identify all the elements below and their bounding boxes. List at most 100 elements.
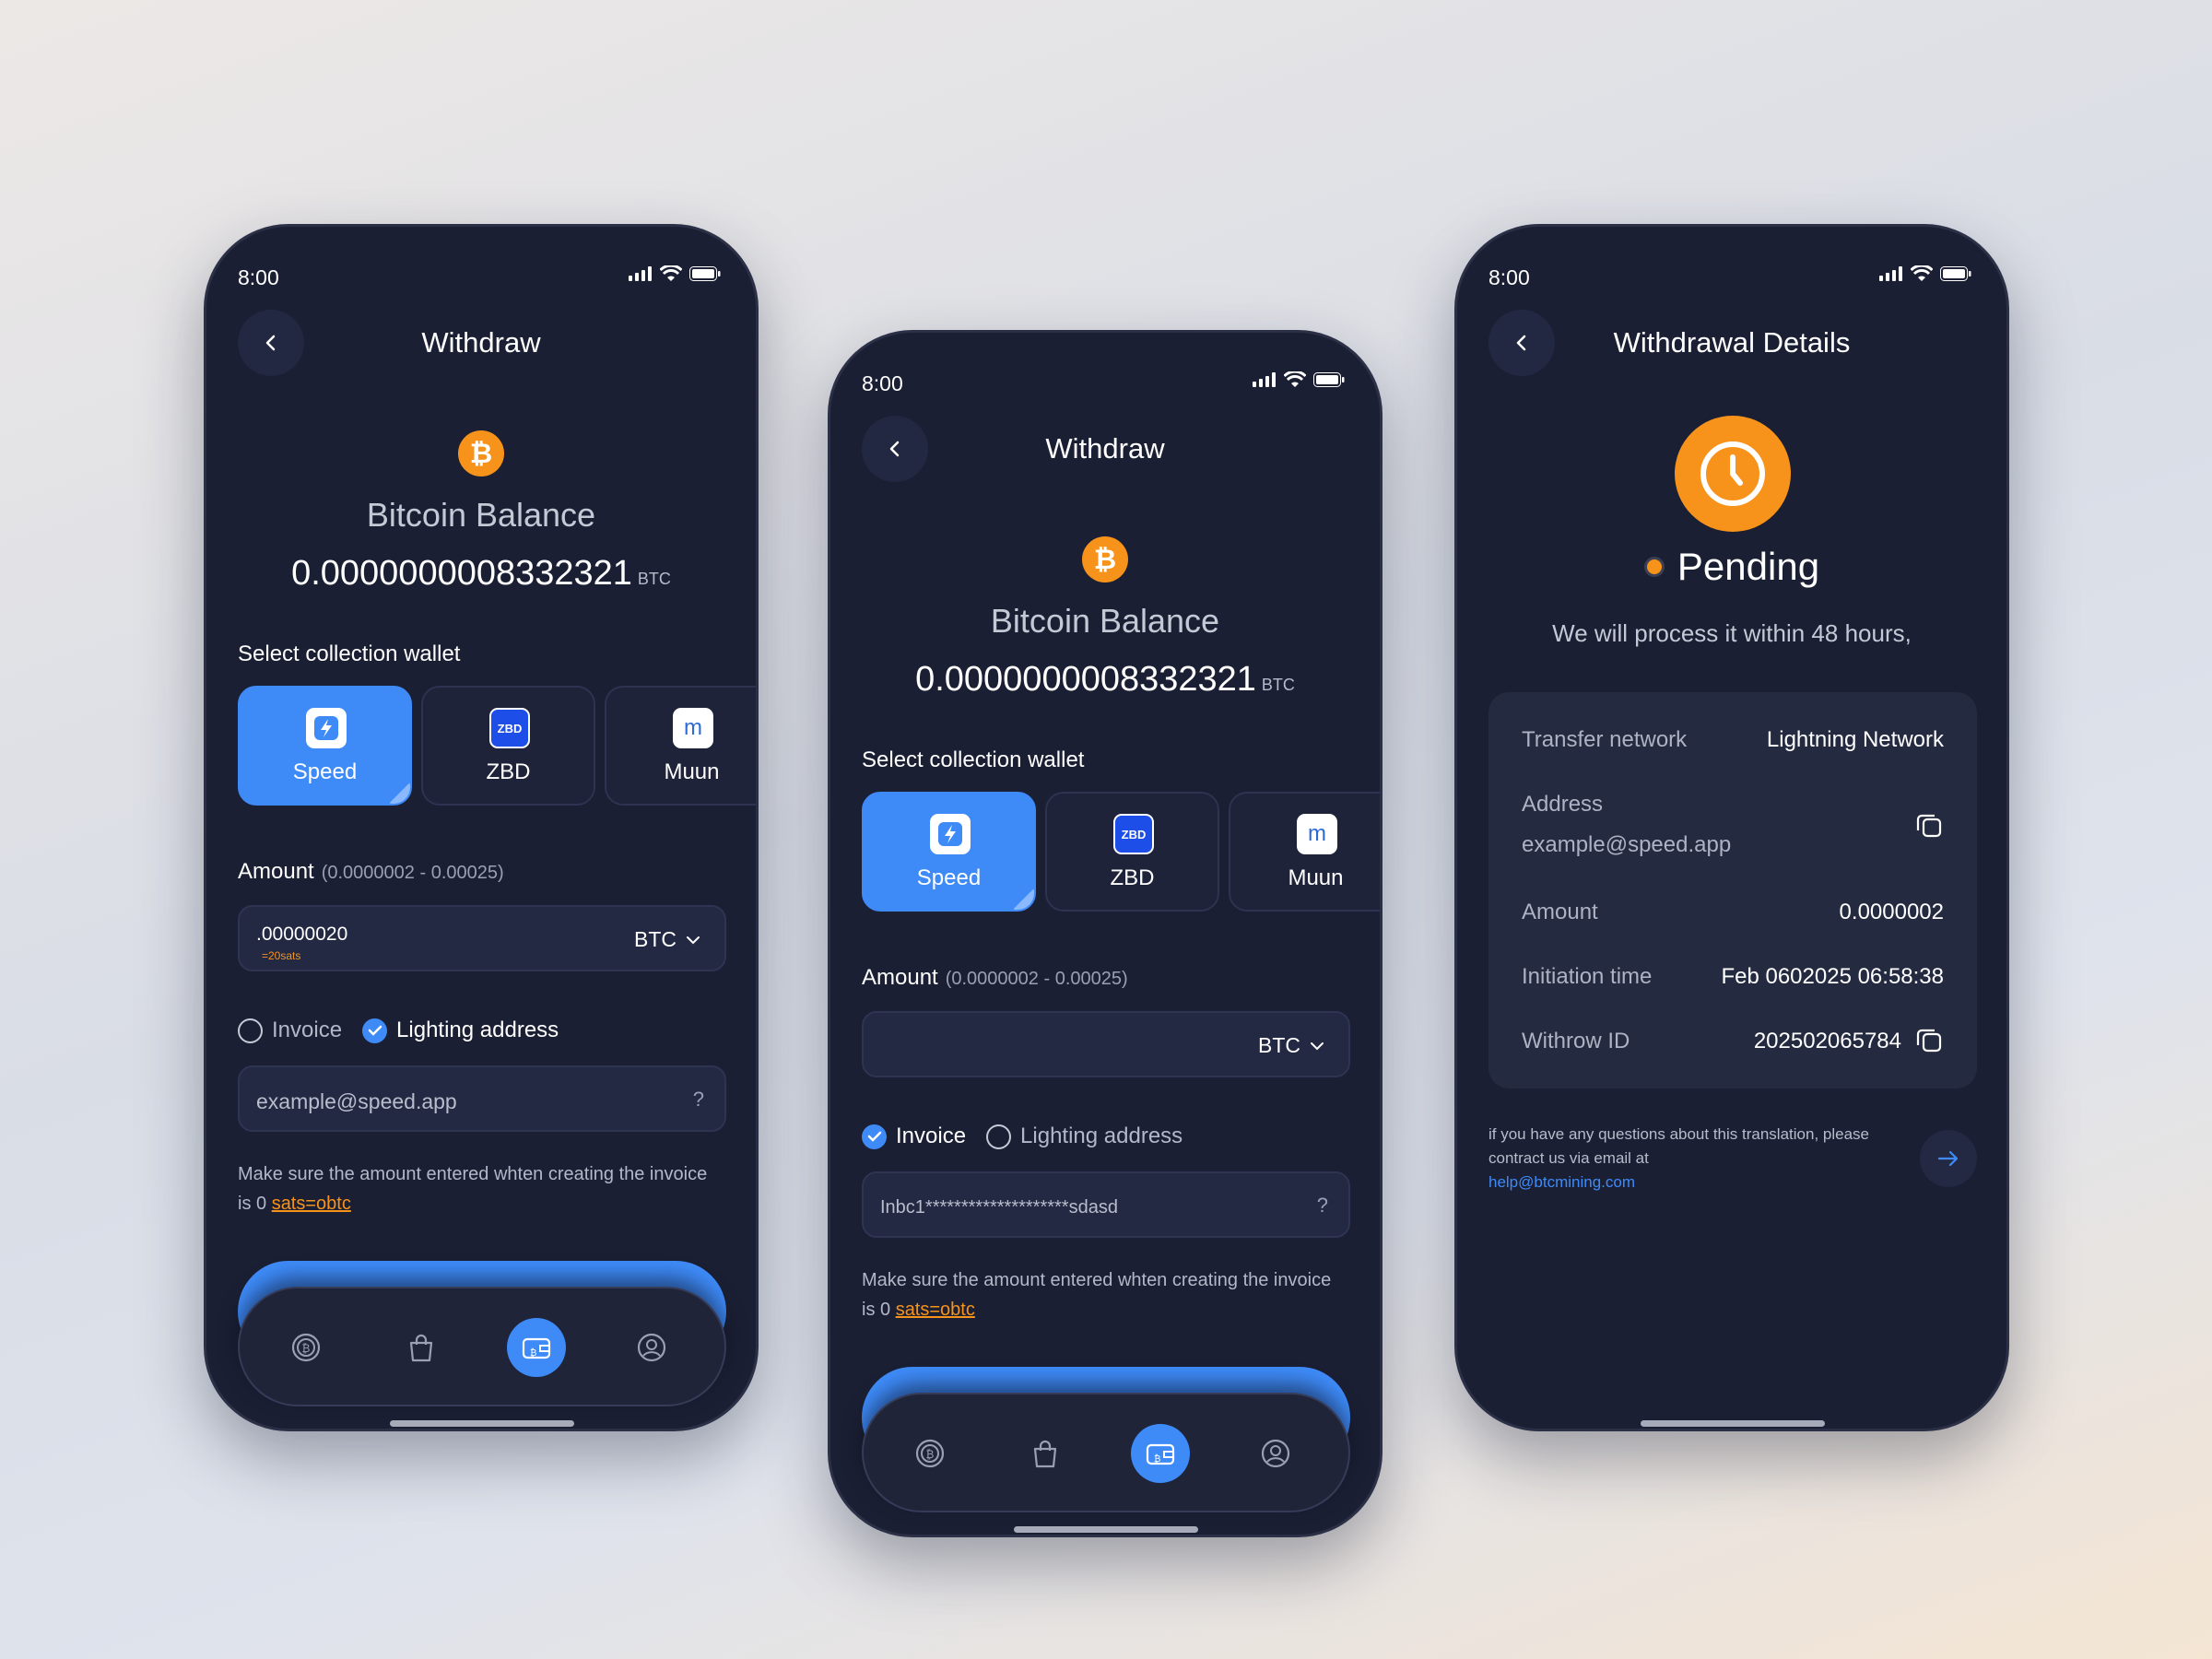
- wallet-label: Muun: [664, 759, 720, 784]
- bitcoin-dot-icon: [1643, 557, 1665, 577]
- amount-label: Amount (0.0000002 - 0.00025): [238, 859, 504, 885]
- currency-select[interactable]: BTC: [1258, 1033, 1324, 1058]
- status-icons: [1879, 265, 1971, 282]
- radio-circle: [238, 1018, 263, 1043]
- arrow-right-icon: [1937, 1150, 1959, 1167]
- nav-profile[interactable]: [622, 1318, 681, 1377]
- detail-label: Withrow ID: [1522, 1029, 1630, 1053]
- wallet-option-muun[interactable]: m Muun: [605, 686, 756, 806]
- battery-icon: [1940, 266, 1971, 281]
- signal-icon: [1253, 372, 1276, 387]
- muun-icon: m: [673, 708, 713, 748]
- page-header: Withdraw: [830, 416, 1380, 486]
- signal-icon: [1879, 266, 1902, 281]
- amount-title: Amount: [238, 859, 314, 884]
- balance-amount: 0.0000000008332321: [291, 554, 632, 593]
- balance-unit: BTC: [637, 570, 671, 588]
- detail-label: Address: [1522, 792, 1604, 817]
- nav-wallet[interactable]: ₿: [507, 1318, 566, 1377]
- note-link[interactable]: sats=obtc: [272, 1194, 351, 1214]
- balance-label: Bitcoin Balance: [366, 496, 596, 534]
- wallet-option-zbd[interactable]: ZBD ZBD: [1045, 792, 1219, 912]
- amount-title: Amount: [862, 965, 938, 990]
- detail-label: Initiation time: [1522, 964, 1653, 989]
- amount-input[interactable]: BTC: [862, 1011, 1350, 1077]
- radio-lightning-address[interactable]: Lighting address: [362, 1018, 559, 1043]
- wallet-icon: ₿: [522, 1337, 551, 1359]
- wallet-label: Speed: [916, 865, 982, 890]
- address-placeholder: example@speed.app: [256, 1089, 457, 1113]
- copy-icon[interactable]: [1914, 1025, 1944, 1061]
- radio-lightning-address[interactable]: Lighting address: [986, 1124, 1182, 1149]
- payment-type-options: Invoice Lighting address: [238, 1018, 579, 1043]
- support-text: if you have any questions about this tra…: [1488, 1125, 1869, 1167]
- contact-button[interactable]: [1920, 1130, 1977, 1187]
- balance-label: Bitcoin Balance: [990, 602, 1220, 640]
- wallet-option-zbd[interactable]: ZBD ZBD: [421, 686, 595, 806]
- amount-range: (0.0000002 - 0.00025): [945, 969, 1128, 989]
- wallet-label: Speed: [292, 759, 358, 784]
- home-indicator: [390, 1420, 574, 1427]
- zbd-icon: ZBD: [489, 708, 530, 748]
- nav-bitcoin[interactable]: ₿: [900, 1424, 959, 1483]
- profile-icon: [1261, 1439, 1290, 1468]
- wallet-section-label: Select collection wallet: [238, 641, 461, 666]
- wallet-icon: ₿: [1146, 1443, 1175, 1465]
- bottom-nav: ₿ ₿: [238, 1287, 726, 1406]
- amount-range: (0.0000002 - 0.00025): [321, 863, 504, 883]
- wifi-icon: [660, 265, 682, 281]
- page-title: Withdraw: [1045, 432, 1165, 465]
- radio-label: Invoice: [272, 1018, 343, 1042]
- wallet-section-label: Select collection wallet: [862, 747, 1085, 772]
- note-link[interactable]: sats=obtc: [896, 1300, 975, 1320]
- wallet-option-speed[interactable]: Speed: [862, 792, 1036, 912]
- wifi-icon: [1284, 371, 1306, 387]
- radio-invoice[interactable]: Invoice: [862, 1124, 966, 1149]
- nav-shop[interactable]: [1016, 1424, 1075, 1483]
- battery-icon: [689, 266, 721, 281]
- speed-icon: [930, 814, 971, 854]
- nav-wallet[interactable]: ₿: [1131, 1424, 1190, 1483]
- radio-invoice[interactable]: Invoice: [238, 1018, 342, 1043]
- address-input[interactable]: example@speed.app ?: [238, 1065, 726, 1132]
- wallet-option-speed[interactable]: Speed: [238, 686, 412, 806]
- profile-icon: [637, 1333, 666, 1362]
- withdraw-screen-invoice: 8:00 Withdraw ₿ Bitcoin Balance 0.000000…: [828, 330, 1382, 1537]
- details-card: Transfer network Lightning Network Addre…: [1488, 692, 1977, 1088]
- clock-icon: [1675, 416, 1791, 532]
- check-icon: [362, 1018, 388, 1043]
- support-email-link[interactable]: help@btcmining.com: [1488, 1171, 1876, 1194]
- detail-value: Lightning Network: [1766, 727, 1944, 752]
- status-time: 8:00: [862, 371, 903, 395]
- amount-label: Amount (0.0000002 - 0.00025): [862, 965, 1128, 991]
- wifi-icon: [1911, 265, 1933, 281]
- withdraw-screen-lightning: 8:00 Withdraw ₿ Bitcoin Balance 0.000000…: [204, 224, 759, 1431]
- nav-profile[interactable]: [1246, 1424, 1305, 1483]
- nav-bitcoin[interactable]: ₿: [276, 1318, 335, 1377]
- home-indicator: [1014, 1526, 1198, 1533]
- help-icon[interactable]: ?: [1317, 1194, 1328, 1218]
- currency-select[interactable]: BTC: [634, 927, 700, 952]
- status-bar: 8:00: [830, 351, 1380, 406]
- amount-value: .00000020: [256, 924, 348, 945]
- page-header: Withdraw: [206, 310, 756, 380]
- bitcoin-icon: ₿: [458, 430, 504, 477]
- withdrawal-details-screen: 8:00 Withdrawal Details Pending We will …: [1454, 224, 2009, 1431]
- wallet-label: Muun: [1288, 865, 1344, 890]
- invoice-input[interactable]: Inbc1********************sdasd ?: [862, 1171, 1350, 1238]
- status-row: Pending: [1457, 545, 2006, 589]
- status-bar: 8:00: [206, 245, 756, 300]
- status-icons: [629, 265, 721, 282]
- balance-amount: 0.0000000008332321: [915, 660, 1256, 699]
- wallet-selector: Speed ZBD ZBD m Muun: [238, 686, 756, 806]
- radio-label: Lighting address: [1020, 1124, 1183, 1148]
- detail-label: Transfer network: [1522, 727, 1688, 752]
- wallet-option-muun[interactable]: m Muun: [1229, 792, 1380, 912]
- copy-icon[interactable]: [1914, 810, 1944, 846]
- nav-shop[interactable]: [392, 1318, 451, 1377]
- zbd-icon: ZBD: [1113, 814, 1154, 854]
- help-icon[interactable]: ?: [693, 1088, 704, 1112]
- check-icon: [862, 1124, 887, 1149]
- balance-value: 0.0000000008332321 BTC: [206, 554, 756, 594]
- amount-input[interactable]: .00000020 =20sats BTC: [238, 905, 726, 971]
